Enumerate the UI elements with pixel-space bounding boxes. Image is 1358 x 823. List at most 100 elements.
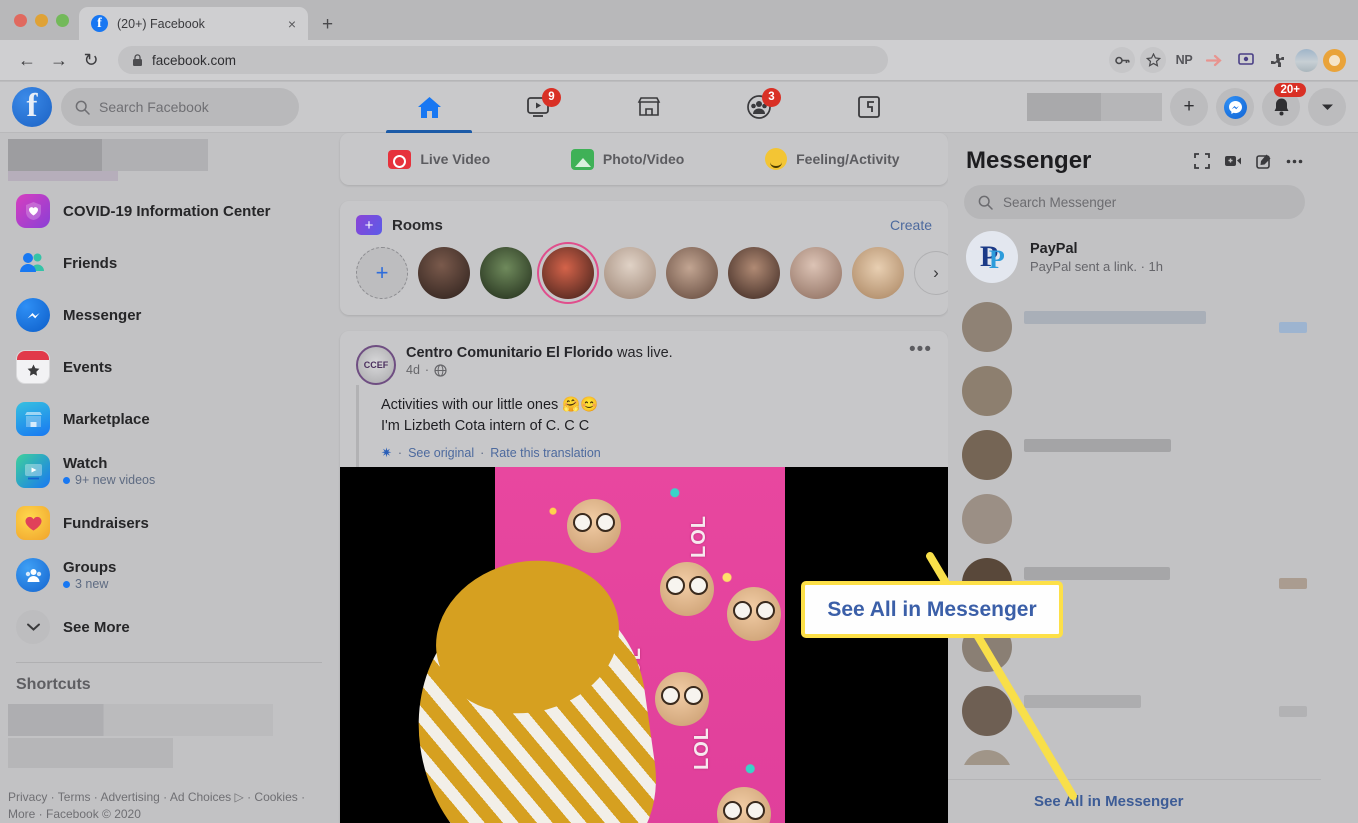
header-left: f Search Facebook bbox=[0, 87, 372, 127]
callout-label: See All in Messenger bbox=[827, 597, 1037, 621]
browser-tab[interactable]: f (20+) Facebook × bbox=[79, 7, 308, 40]
screencast-extension-icon[interactable] bbox=[1233, 47, 1259, 73]
room-avatar[interactable] bbox=[852, 247, 904, 299]
messenger-title: Messenger bbox=[966, 147, 1092, 174]
rooms-next-button[interactable]: › bbox=[914, 251, 948, 295]
password-key-icon[interactable] bbox=[1109, 47, 1135, 73]
list-item[interactable] bbox=[962, 359, 1307, 423]
sidebar-item-fundraisers[interactable]: Fundraisers bbox=[8, 497, 340, 549]
marketplace-store-icon bbox=[637, 97, 661, 116]
sidebar-item-events[interactable]: Events bbox=[8, 341, 340, 393]
facebook-logo-icon[interactable]: f bbox=[12, 87, 52, 127]
nav-tab-home[interactable] bbox=[374, 82, 484, 133]
profile-entry-blurred[interactable] bbox=[8, 139, 340, 181]
messenger-button[interactable] bbox=[1216, 88, 1254, 126]
live-video-icon bbox=[388, 149, 412, 169]
shortcuts-blurred[interactable] bbox=[8, 704, 340, 768]
back-button[interactable]: ← bbox=[12, 45, 42, 75]
post-more-options-icon[interactable]: ••• bbox=[909, 340, 932, 359]
address-bar[interactable]: facebook.com bbox=[118, 46, 888, 74]
nav-tab-watch[interactable]: 9 bbox=[484, 82, 594, 133]
minimize-window-button[interactable] bbox=[35, 13, 48, 27]
new-video-room-icon[interactable] bbox=[1224, 154, 1242, 168]
translation-settings-icon[interactable]: ✷ bbox=[381, 445, 392, 461]
messenger-more-options-icon[interactable] bbox=[1286, 159, 1303, 164]
see-all-in-messenger-link[interactable]: See All in Messenger bbox=[1034, 793, 1184, 810]
paypal-avatar: P bbox=[966, 231, 1018, 283]
forward-button[interactable]: → bbox=[44, 45, 74, 75]
sidebar-item-see-more[interactable]: See More bbox=[8, 601, 340, 653]
sidebar-item-covid[interactable]: COVID-19 Information Center bbox=[8, 185, 340, 237]
list-item[interactable] bbox=[962, 487, 1307, 551]
sidebar-item-messenger[interactable]: Messenger bbox=[8, 289, 340, 341]
create-room-link[interactable]: Create bbox=[890, 217, 932, 233]
room-avatar[interactable] bbox=[666, 247, 718, 299]
profile-avatar-icon[interactable] bbox=[1295, 48, 1318, 72]
new-tab-button[interactable]: + bbox=[322, 15, 333, 34]
maximize-window-button[interactable] bbox=[56, 13, 69, 27]
room-avatar[interactable] bbox=[604, 247, 656, 299]
np-extension-icon[interactable]: NP bbox=[1171, 47, 1197, 73]
header-right: + 20+ bbox=[1027, 83, 1358, 126]
post-author-avatar[interactable]: CCEF bbox=[356, 345, 396, 385]
sidebar-item-marketplace[interactable]: Marketplace bbox=[8, 393, 340, 445]
sidebar-item-sublabel: 9+ new videos bbox=[63, 473, 155, 487]
messenger-search-placeholder: Search Messenger bbox=[1003, 194, 1117, 210]
bookmark-star-icon[interactable] bbox=[1140, 47, 1166, 73]
puzzle-extensions-icon[interactable] bbox=[1264, 47, 1290, 73]
sidebar-item-label: Marketplace bbox=[63, 410, 150, 428]
list-item[interactable] bbox=[962, 295, 1307, 359]
composer-feeling-activity[interactable]: Feeling/Activity bbox=[755, 148, 909, 170]
list-item[interactable] bbox=[962, 679, 1307, 743]
see-original-link[interactable]: See original bbox=[408, 446, 474, 460]
sidebar-footer-links[interactable]: Privacy · Terms · Advertising · Ad Choic… bbox=[8, 789, 332, 823]
address-bar-url: facebook.com bbox=[152, 52, 237, 68]
create-room-button[interactable]: + bbox=[356, 247, 408, 299]
account-menu-button[interactable] bbox=[1308, 88, 1346, 126]
callout-box: See All in Messenger bbox=[801, 581, 1063, 638]
messenger-icon bbox=[1223, 95, 1247, 119]
notifications-badge: 20+ bbox=[1274, 83, 1306, 97]
search-input[interactable]: Search Facebook bbox=[61, 88, 299, 126]
sidebar-item-friends[interactable]: Friends bbox=[8, 237, 340, 289]
account-name-blurred bbox=[1027, 93, 1162, 121]
room-avatar[interactable] bbox=[542, 247, 594, 299]
reload-button[interactable]: ↻ bbox=[76, 45, 106, 75]
compose-message-icon[interactable] bbox=[1256, 153, 1272, 169]
sidebar-item-label: Messenger bbox=[63, 306, 142, 324]
composer-live-video[interactable]: Live Video bbox=[378, 149, 500, 169]
browser-profile-icon[interactable] bbox=[1323, 48, 1346, 72]
pocket-extension-icon[interactable] bbox=[1202, 47, 1228, 73]
create-button[interactable]: + bbox=[1170, 88, 1208, 126]
sidebar-item-groups[interactable]: Groups 3 new bbox=[8, 549, 340, 601]
rate-translation-link[interactable]: Rate this translation bbox=[490, 446, 600, 460]
post-image[interactable]: LOL LOL LOL bbox=[340, 467, 948, 823]
expand-fullscreen-icon[interactable] bbox=[1194, 153, 1210, 169]
nav-tab-marketplace[interactable] bbox=[594, 82, 704, 133]
room-avatar[interactable] bbox=[480, 247, 532, 299]
post-author-name[interactable]: Centro Comunitario El Florido bbox=[406, 345, 613, 361]
composer-photo-video[interactable]: Photo/Video bbox=[561, 148, 694, 170]
messenger-conversation-list-blurred[interactable] bbox=[962, 295, 1307, 765]
sidebar-item-watch[interactable]: Watch 9+ new videos bbox=[8, 445, 340, 497]
globe-icon bbox=[434, 363, 447, 377]
post-header: CCEF Centro Comunitario El Florido was l… bbox=[340, 331, 948, 385]
nav-tab-gaming[interactable] bbox=[814, 82, 924, 133]
notifications-button[interactable]: 20+ bbox=[1262, 83, 1306, 126]
left-sidebar: COVID-19 Information Center Friends Mess… bbox=[0, 133, 340, 823]
room-avatar[interactable] bbox=[418, 247, 470, 299]
room-avatar[interactable] bbox=[728, 247, 780, 299]
list-item[interactable] bbox=[962, 423, 1307, 487]
photo-video-icon bbox=[570, 148, 594, 170]
room-avatar[interactable] bbox=[790, 247, 842, 299]
messenger-conversation-paypal[interactable]: P PayPal PayPal sent a link. · 1h bbox=[962, 219, 1307, 295]
list-item[interactable] bbox=[962, 743, 1307, 765]
close-tab-icon[interactable]: × bbox=[284, 16, 300, 32]
home-icon bbox=[417, 96, 441, 118]
browser-toolbar: ← → ↻ facebook.com NP bbox=[0, 40, 1358, 81]
nav-tab-groups[interactable]: 3 bbox=[704, 82, 814, 133]
browser-window: f (20+) Facebook × + ← → ↻ facebook.com … bbox=[0, 0, 1358, 823]
close-window-button[interactable] bbox=[14, 13, 27, 27]
messenger-search-input[interactable]: Search Messenger bbox=[964, 185, 1305, 219]
groups-badge: 3 bbox=[762, 87, 781, 107]
